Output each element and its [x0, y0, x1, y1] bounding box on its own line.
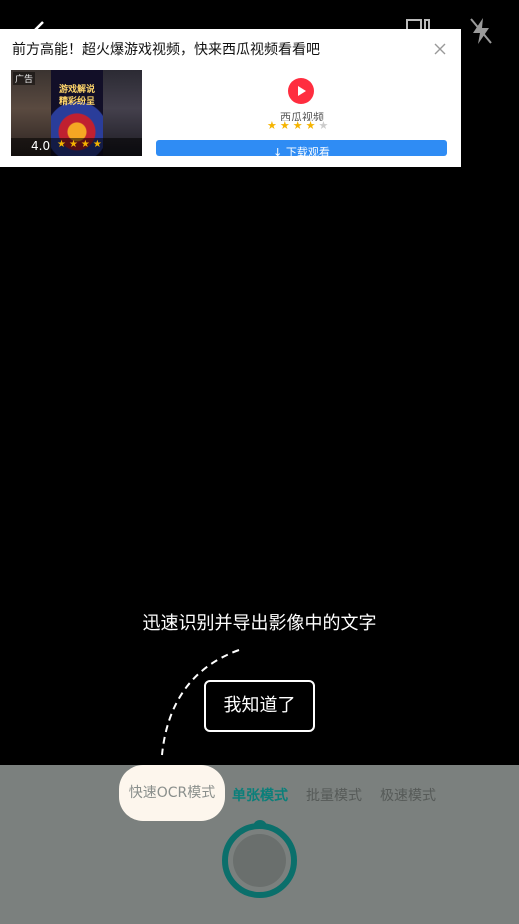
xigua-logo-icon: [288, 78, 314, 104]
shutter-button-inner[interactable]: [233, 834, 286, 887]
mode-fast-ocr[interactable]: 快速OCR模式: [119, 765, 225, 821]
bottom-panel: 快速OCR模式 单张模式 批量模式 极速模式: [0, 765, 519, 924]
flash-off-icon[interactable]: [468, 16, 494, 46]
got-it-button[interactable]: 我知道了: [204, 680, 315, 732]
star-icon: ★★★★: [57, 139, 105, 150]
ad-tag: 广告: [13, 72, 36, 85]
star-icon: ★★★★★: [267, 119, 332, 132]
mode-speed[interactable]: 极速模式: [380, 785, 436, 805]
ad-banner[interactable]: 前方高能！超火爆游戏视频，快来西瓜视频看看吧 游戏解说 精彩纷呈 广告 4.0 …: [0, 29, 461, 167]
ad-title: 前方高能！超火爆游戏视频，快来西瓜视频看看吧: [12, 42, 320, 58]
guide-hint: 迅速识别并导出影像中的文字: [142, 613, 377, 634]
thumbnail-caption: 游戏解说 精彩纷呈: [58, 85, 95, 107]
download-icon: ↓: [273, 146, 283, 156]
mode-batch[interactable]: 批量模式: [306, 785, 362, 805]
download-button[interactable]: ↓ 下载观看: [156, 140, 447, 156]
ad-rating-value: 4.0: [31, 139, 51, 153]
ad-rating-bar: 4.0 ★★★★: [11, 138, 142, 156]
download-label: 下载观看: [285, 146, 330, 156]
ad-thumbnails[interactable]: 游戏解说 精彩纷呈 广告 4.0 ★★★★: [11, 70, 142, 156]
mode-single[interactable]: 单张模式: [232, 785, 288, 805]
close-icon[interactable]: [432, 41, 448, 57]
